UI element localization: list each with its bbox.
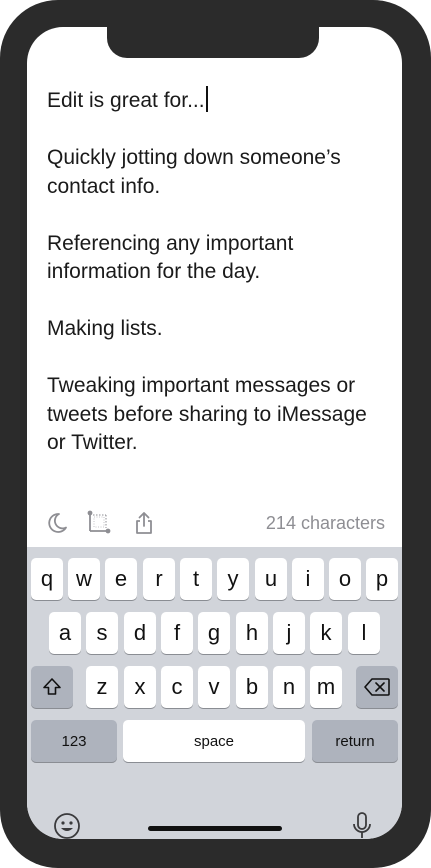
key-a[interactable]: a <box>49 612 81 654</box>
delete-icon <box>364 678 390 696</box>
key-u[interactable]: u <box>255 558 287 600</box>
editor-paragraph: Tweaking important messages or tweets be… <box>47 374 367 454</box>
key-z[interactable]: z <box>86 666 118 708</box>
text-editor[interactable]: Edit is great for... Quickly jotting dow… <box>47 86 387 486</box>
delete-key[interactable] <box>356 666 398 708</box>
microphone-icon[interactable] <box>350 811 374 839</box>
key-o[interactable]: o <box>329 558 361 600</box>
numbers-key[interactable]: 123 <box>31 720 117 762</box>
phone-frame: Edit is great for... Quickly jotting dow… <box>0 0 431 868</box>
editor-toolbar: 214 characters <box>27 503 402 547</box>
key-r[interactable]: r <box>143 558 175 600</box>
shift-key[interactable] <box>31 666 73 708</box>
keyboard-row-4: 123 space return <box>27 720 402 762</box>
key-b[interactable]: b <box>236 666 268 708</box>
shift-icon <box>43 678 61 695</box>
emoji-icon[interactable] <box>52 811 82 839</box>
keyboard-row-2: a s d f g h j k l <box>27 612 402 654</box>
text-caret <box>205 86 208 112</box>
editor-paragraph: Edit is great for... <box>47 86 387 116</box>
home-indicator[interactable] <box>148 826 282 831</box>
key-y[interactable]: y <box>217 558 249 600</box>
key-i[interactable]: i <box>292 558 324 600</box>
moon-icon[interactable] <box>43 509 71 537</box>
key-d[interactable]: d <box>124 612 156 654</box>
keyboard: q w e r t y u i o p a s d f g h j k l z … <box>27 547 402 839</box>
character-count: 214 characters <box>265 513 385 533</box>
editor-paragraph: Making lists. <box>47 317 163 340</box>
key-m[interactable]: m <box>310 666 342 708</box>
editor-paragraph: Quickly jotting down someone’s contact i… <box>47 146 341 198</box>
key-k[interactable]: k <box>310 612 342 654</box>
key-x[interactable]: x <box>124 666 156 708</box>
key-h[interactable]: h <box>236 612 268 654</box>
key-s[interactable]: s <box>86 612 118 654</box>
key-w[interactable]: w <box>68 558 100 600</box>
key-q[interactable]: q <box>31 558 63 600</box>
screen: Edit is great for... Quickly jotting dow… <box>27 27 402 839</box>
key-v[interactable]: v <box>198 666 230 708</box>
return-key[interactable]: return <box>312 720 398 762</box>
key-j[interactable]: j <box>273 612 305 654</box>
key-n[interactable]: n <box>273 666 305 708</box>
editor-paragraph: Referencing any important information fo… <box>47 231 294 284</box>
key-t[interactable]: t <box>180 558 212 600</box>
key-e[interactable]: e <box>105 558 137 600</box>
ruler-icon[interactable] <box>85 509 113 537</box>
key-p[interactable]: p <box>366 558 398 600</box>
notch <box>107 27 319 58</box>
share-icon[interactable] <box>130 509 158 537</box>
key-l[interactable]: l <box>348 612 380 654</box>
key-f[interactable]: f <box>161 612 193 654</box>
key-c[interactable]: c <box>161 666 193 708</box>
keyboard-row-3: z x c v b n m <box>27 666 402 708</box>
space-key[interactable]: space <box>123 720 305 762</box>
keyboard-row-1: q w e r t y u i o p <box>27 558 402 600</box>
key-g[interactable]: g <box>198 612 230 654</box>
